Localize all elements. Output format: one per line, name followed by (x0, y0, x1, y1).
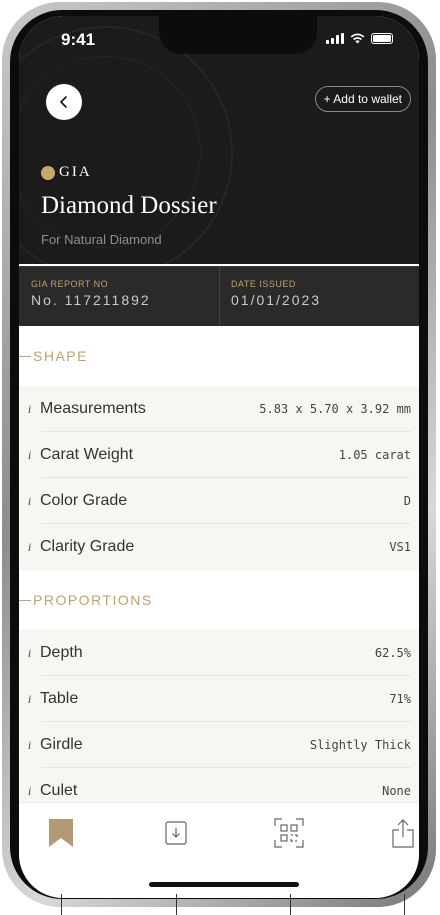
row-label: Girdle (40, 736, 83, 753)
hero-header: 9:41 + Add to wallet GIA Diamond Dossier… (19, 16, 419, 264)
gia-emblem-icon (41, 165, 55, 180)
gia-brand-text: GIA (59, 164, 92, 180)
row-value: Slightly Thick (309, 738, 411, 752)
info-icon[interactable]: i (21, 738, 38, 753)
row-label: Carat Weight (40, 446, 134, 463)
section-header-proportions: PROPORTIONS (19, 570, 419, 630)
row-label: Color Grade (40, 492, 128, 509)
detail-row-measurements[interactable]: i Measurements 5.83 x 5.70 x 3.92 mm (19, 386, 419, 432)
callout-line (176, 894, 177, 915)
row-label: Clarity Grade (40, 538, 135, 555)
detail-row-clarity-grade[interactable]: i Clarity Grade VS1 (19, 524, 419, 570)
info-icon[interactable]: i (21, 646, 38, 661)
detail-row-color-grade[interactable]: i Color Grade D (19, 478, 419, 524)
back-button[interactable] (46, 84, 82, 120)
download-icon (165, 821, 187, 845)
row-value: D (403, 494, 411, 508)
download-button[interactable] (160, 817, 192, 849)
detail-row-table[interactable]: i Table 71% (19, 676, 419, 722)
callout-line (404, 894, 405, 915)
section-header-shape: SHAPE (19, 326, 419, 386)
section-dash (19, 599, 31, 601)
row-value: 62.5% (374, 646, 411, 660)
bookmark-button[interactable] (45, 817, 77, 849)
date-issued-block: DATE ISSUED 01/01/2023 (231, 279, 321, 308)
status-icons (326, 33, 393, 44)
row-value: 5.83 x 5.70 x 3.92 mm (259, 402, 411, 416)
row-label: Table (40, 690, 79, 707)
battery-icon (371, 33, 393, 44)
back-chevron-icon (59, 96, 67, 108)
row-value: 71% (389, 692, 411, 706)
details-list: SHAPE i Measurements 5.83 x 5.70 x 3.92 … (19, 326, 419, 814)
info-icon[interactable]: i (21, 402, 38, 417)
row-value: None (382, 784, 411, 798)
row-label: Measurements (40, 400, 146, 417)
wifi-icon (350, 33, 365, 44)
info-icon[interactable]: i (21, 784, 38, 799)
share-button[interactable] (387, 817, 419, 849)
date-issued-value: 01/01/2023 (231, 292, 322, 308)
info-icon[interactable]: i (21, 692, 38, 707)
report-number-value: No. 117211892 (31, 292, 151, 308)
detail-row-carat-weight[interactable]: i Carat Weight 1.05 carat (19, 432, 419, 478)
qr-scan-button[interactable] (273, 817, 305, 849)
detail-row-girdle[interactable]: i Girdle Slightly Thick (19, 722, 419, 768)
add-to-wallet-button[interactable]: + Add to wallet (314, 86, 411, 112)
notch (159, 16, 317, 54)
row-value: 1.05 carat (338, 448, 411, 462)
callout-line (290, 894, 291, 915)
report-info-bar: GIA REPORT NO No. 117211892 DATE ISSUED … (19, 266, 419, 327)
detail-row-depth[interactable]: i Depth 62.5% (19, 630, 419, 676)
section-title: PROPORTIONS (33, 592, 153, 608)
info-icon[interactable]: i (21, 540, 38, 555)
info-icon[interactable]: i (21, 494, 38, 509)
signal-icon (326, 33, 344, 44)
report-divider (219, 267, 220, 327)
qr-scan-icon (274, 818, 304, 848)
page-subtitle: For Natural Diamond (41, 232, 162, 247)
row-label: Depth (40, 644, 83, 661)
bookmark-icon (49, 819, 73, 847)
home-indicator (149, 882, 299, 887)
row-value: VS1 (389, 540, 411, 554)
row-label: Culet (40, 782, 78, 799)
page-title: Diamond Dossier (41, 192, 217, 219)
date-issued-label: DATE ISSUED (231, 279, 296, 289)
status-time: 9:41 (61, 30, 96, 49)
gia-logo: GIA (41, 164, 92, 181)
info-icon[interactable]: i (21, 448, 38, 463)
report-number-label: GIA REPORT NO (31, 279, 109, 289)
report-number-block: GIA REPORT NO No. 117211892 (31, 279, 151, 308)
callout-line (61, 894, 62, 915)
app-screen: 9:41 + Add to wallet GIA Diamond Dossier… (19, 16, 419, 898)
section-title: SHAPE (33, 348, 88, 364)
share-icon (392, 819, 414, 848)
section-dash (19, 355, 31, 357)
